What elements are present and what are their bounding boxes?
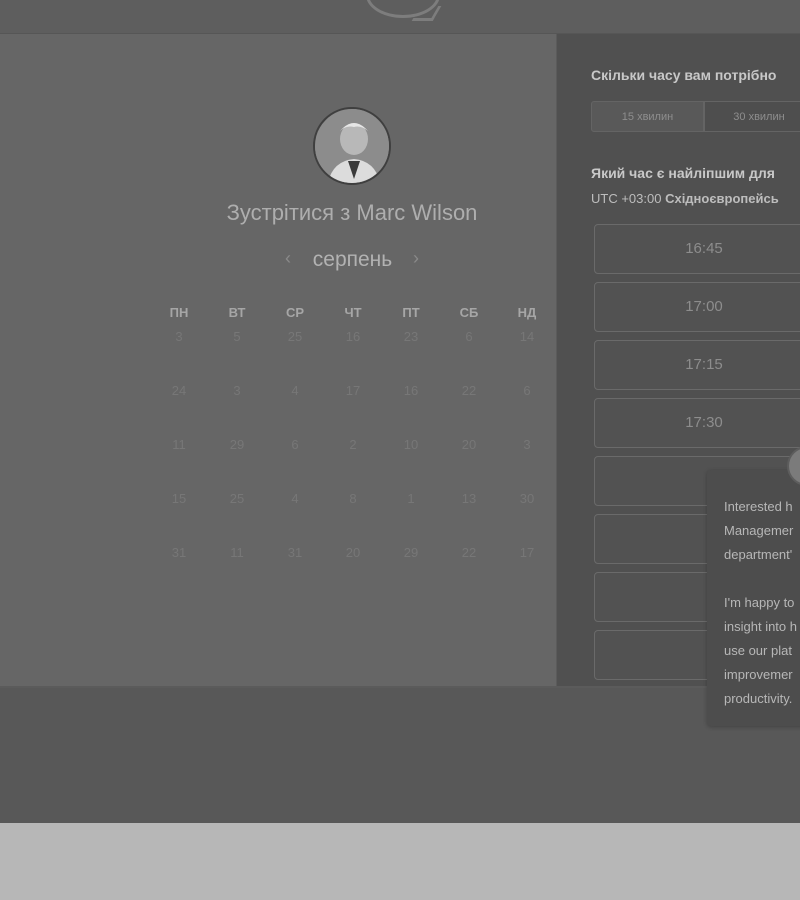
chat-line: I'm happy to	[724, 595, 795, 610]
calendar-day[interactable]: 8	[324, 491, 382, 506]
timezone-offset: UTC +03:00	[591, 191, 662, 206]
calendar-day[interactable]: 31	[266, 545, 324, 560]
calendar-day[interactable]: 13	[440, 491, 498, 506]
calendar-day[interactable]: 31	[150, 545, 208, 560]
calendar-day[interactable]: 25	[266, 329, 324, 344]
calendar-grid: ПН ВТ СР ЧТ ПТ СБ НД 3 5 25 16 23 6 14 2…	[150, 305, 556, 565]
host-avatar	[313, 107, 391, 185]
calendar-day[interactable]: 3	[208, 383, 266, 398]
calendar-day[interactable]: 17	[498, 545, 556, 560]
chat-line: use our plat	[724, 643, 792, 658]
chat-line: department'	[724, 547, 793, 562]
calendar-day[interactable]: 30	[498, 491, 556, 506]
weekday-label: ПТ	[402, 305, 420, 320]
chat-popup[interactable]: Interested h Managemer department' I'm h…	[707, 470, 800, 726]
chat-line: Managemer	[724, 523, 794, 538]
calendar-day[interactable]: 4	[266, 383, 324, 398]
duration-question: Скільки часу вам потрібно	[591, 67, 777, 83]
calendar-day[interactable]: 2	[324, 437, 382, 452]
time-slot[interactable]: 16:45	[594, 224, 800, 274]
calendar-day[interactable]: 23	[382, 329, 440, 344]
calendar-day[interactable]: 22	[440, 383, 498, 398]
weekday-label: ЧТ	[344, 305, 362, 320]
calendar-day[interactable]: 15	[150, 491, 208, 506]
chat-line: improvemer	[724, 667, 793, 682]
weekday-label: ПН	[169, 305, 189, 320]
weekday-label: СБ	[459, 305, 479, 320]
calendar-week-row: 3 5 25 16 23 6 14	[150, 329, 556, 349]
calendar-day[interactable]: 25	[208, 491, 266, 506]
calendar-day[interactable]: 16	[382, 383, 440, 398]
weekday-header-row: ПН ВТ СР ЧТ ПТ СБ НД	[150, 305, 556, 325]
calendar-day[interactable]: 11	[208, 545, 266, 560]
calendar-day[interactable]: 22	[440, 545, 498, 560]
calendar-day[interactable]: 6	[440, 329, 498, 344]
calendar-day[interactable]: 29	[382, 545, 440, 560]
time-question: Який час є найліпшим для	[591, 165, 775, 181]
chat-line: productivity.	[724, 691, 793, 706]
calendar-day[interactable]: 20	[324, 545, 382, 560]
month-label: серпень	[312, 248, 393, 271]
calendar-day[interactable]: 6	[266, 437, 324, 452]
calendar-day[interactable]: 16	[324, 329, 382, 344]
calendar-week-row: 15 25 4 8 1 13 30	[150, 491, 556, 511]
calendar-day[interactable]: 4	[266, 491, 324, 506]
calendar-week-row: 11 29 6 2 10 20 3	[150, 437, 556, 457]
calendar-day[interactable]: 11	[150, 437, 208, 452]
prev-month-chevron-icon[interactable]: ‹	[278, 248, 298, 269]
time-slot[interactable]: 17:15	[594, 340, 800, 390]
scheduler-page: Зустрітися з Marc Wilson ‹ серпень › ПН …	[0, 0, 800, 823]
calendar-day[interactable]: 3	[498, 437, 556, 452]
timezone-name[interactable]: Східноєвропейсь	[665, 191, 779, 206]
next-month-chevron-icon[interactable]: ›	[406, 248, 426, 269]
time-slot[interactable]: 17:30	[594, 398, 800, 448]
timezone-label: UTC +03:00 Східноєвропейсь	[591, 191, 779, 206]
calendar-day[interactable]: 10	[382, 437, 440, 452]
calendar-day[interactable]: 6	[498, 383, 556, 398]
chat-line: insight into h	[724, 619, 797, 634]
weekday-label: НД	[517, 305, 537, 320]
weekday-label: ВТ	[228, 305, 246, 320]
calendar-day[interactable]: 17	[324, 383, 382, 398]
calendar-week-row: 24 3 4 17 16 22 6	[150, 383, 556, 403]
calendar-day[interactable]: 14	[498, 329, 556, 344]
calendar-day[interactable]: 3	[150, 329, 208, 344]
calendar-week-row: 31 11 31 20 29 22 17	[150, 545, 556, 565]
duration-option-15[interactable]: 15 хвилин	[591, 101, 704, 132]
calendar-day[interactable]: 20	[440, 437, 498, 452]
calendar-day[interactable]: 24	[150, 383, 208, 398]
month-navigation: ‹ серпень ›	[270, 246, 435, 276]
time-slot[interactable]: 17:00	[594, 282, 800, 332]
calendar-day[interactable]: 1	[382, 491, 440, 506]
calendar-day[interactable]: 5	[208, 329, 266, 344]
footer-band	[0, 688, 800, 823]
calendar-day[interactable]: 29	[208, 437, 266, 452]
top-bar	[0, 0, 800, 34]
duration-option-30[interactable]: 30 хвилин	[704, 101, 800, 132]
chat-line: Interested h	[724, 499, 793, 514]
weekday-label: СР	[285, 305, 305, 320]
